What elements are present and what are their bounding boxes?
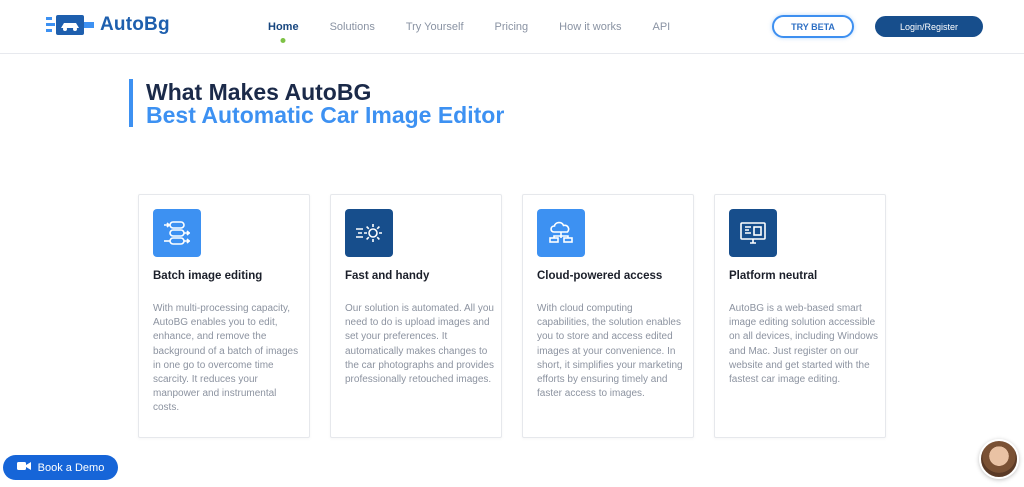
try-beta-button[interactable]: TRY BETA (772, 15, 854, 38)
card-title: Cloud-powered access (537, 270, 663, 282)
car-logo-icon (46, 13, 96, 37)
book-demo-label: Book a Demo (37, 461, 105, 474)
card-description: With multi-processing capacity, AutoBG e… (153, 303, 299, 414)
nav-how-it-works[interactable]: How it works (559, 21, 621, 33)
card-description: AutoBG is a web-based smart image editin… (729, 303, 878, 386)
nav-home[interactable]: Home (268, 21, 299, 43)
monitor-icon (729, 209, 777, 257)
fast-gear-icon (345, 209, 393, 257)
video-camera-icon (16, 461, 31, 474)
feature-card-platform: Platform neutral AutoBG is a web-based s… (714, 194, 886, 438)
book-demo-button[interactable]: Book a Demo (3, 455, 118, 480)
cloud-network-icon (537, 209, 585, 257)
card-description: Our solution is automated. All you need … (345, 303, 494, 386)
card-title: Batch image editing (153, 270, 263, 282)
card-title: Fast and handy (345, 270, 430, 282)
nav-try-yourself[interactable]: Try Yourself (406, 21, 464, 33)
login-register-button[interactable]: Login/Register (875, 16, 983, 37)
feature-card-fast: Fast and handy Our solution is automated… (330, 194, 502, 438)
brand-name: AutoBg (100, 14, 170, 35)
nav-pricing[interactable]: Pricing (495, 21, 529, 33)
main-nav: Home Solutions Try Yourself Pricing How … (268, 0, 701, 54)
nav-home-label: Home (268, 21, 299, 33)
support-agent-avatar[interactable] (979, 439, 1019, 479)
card-description: With cloud computing capabilities, the s… (537, 303, 683, 400)
feature-card-cloud: Cloud-powered access With cloud computin… (522, 194, 694, 438)
batch-flow-icon (153, 209, 201, 257)
active-indicator-dot (280, 38, 286, 43)
heading-accent-bar (129, 79, 133, 127)
site-header: AutoBg Home Solutions Try Yourself Prici… (0, 0, 1024, 54)
brand-logo[interactable]: AutoBg (46, 13, 170, 37)
nav-api[interactable]: API (652, 21, 670, 33)
card-title: Platform neutral (729, 270, 818, 282)
feature-card-batch: Batch image editing With multi-processin… (138, 194, 310, 438)
section-subtitle: Best Automatic Car Image Editor (146, 102, 505, 128)
nav-solutions[interactable]: Solutions (330, 21, 375, 33)
